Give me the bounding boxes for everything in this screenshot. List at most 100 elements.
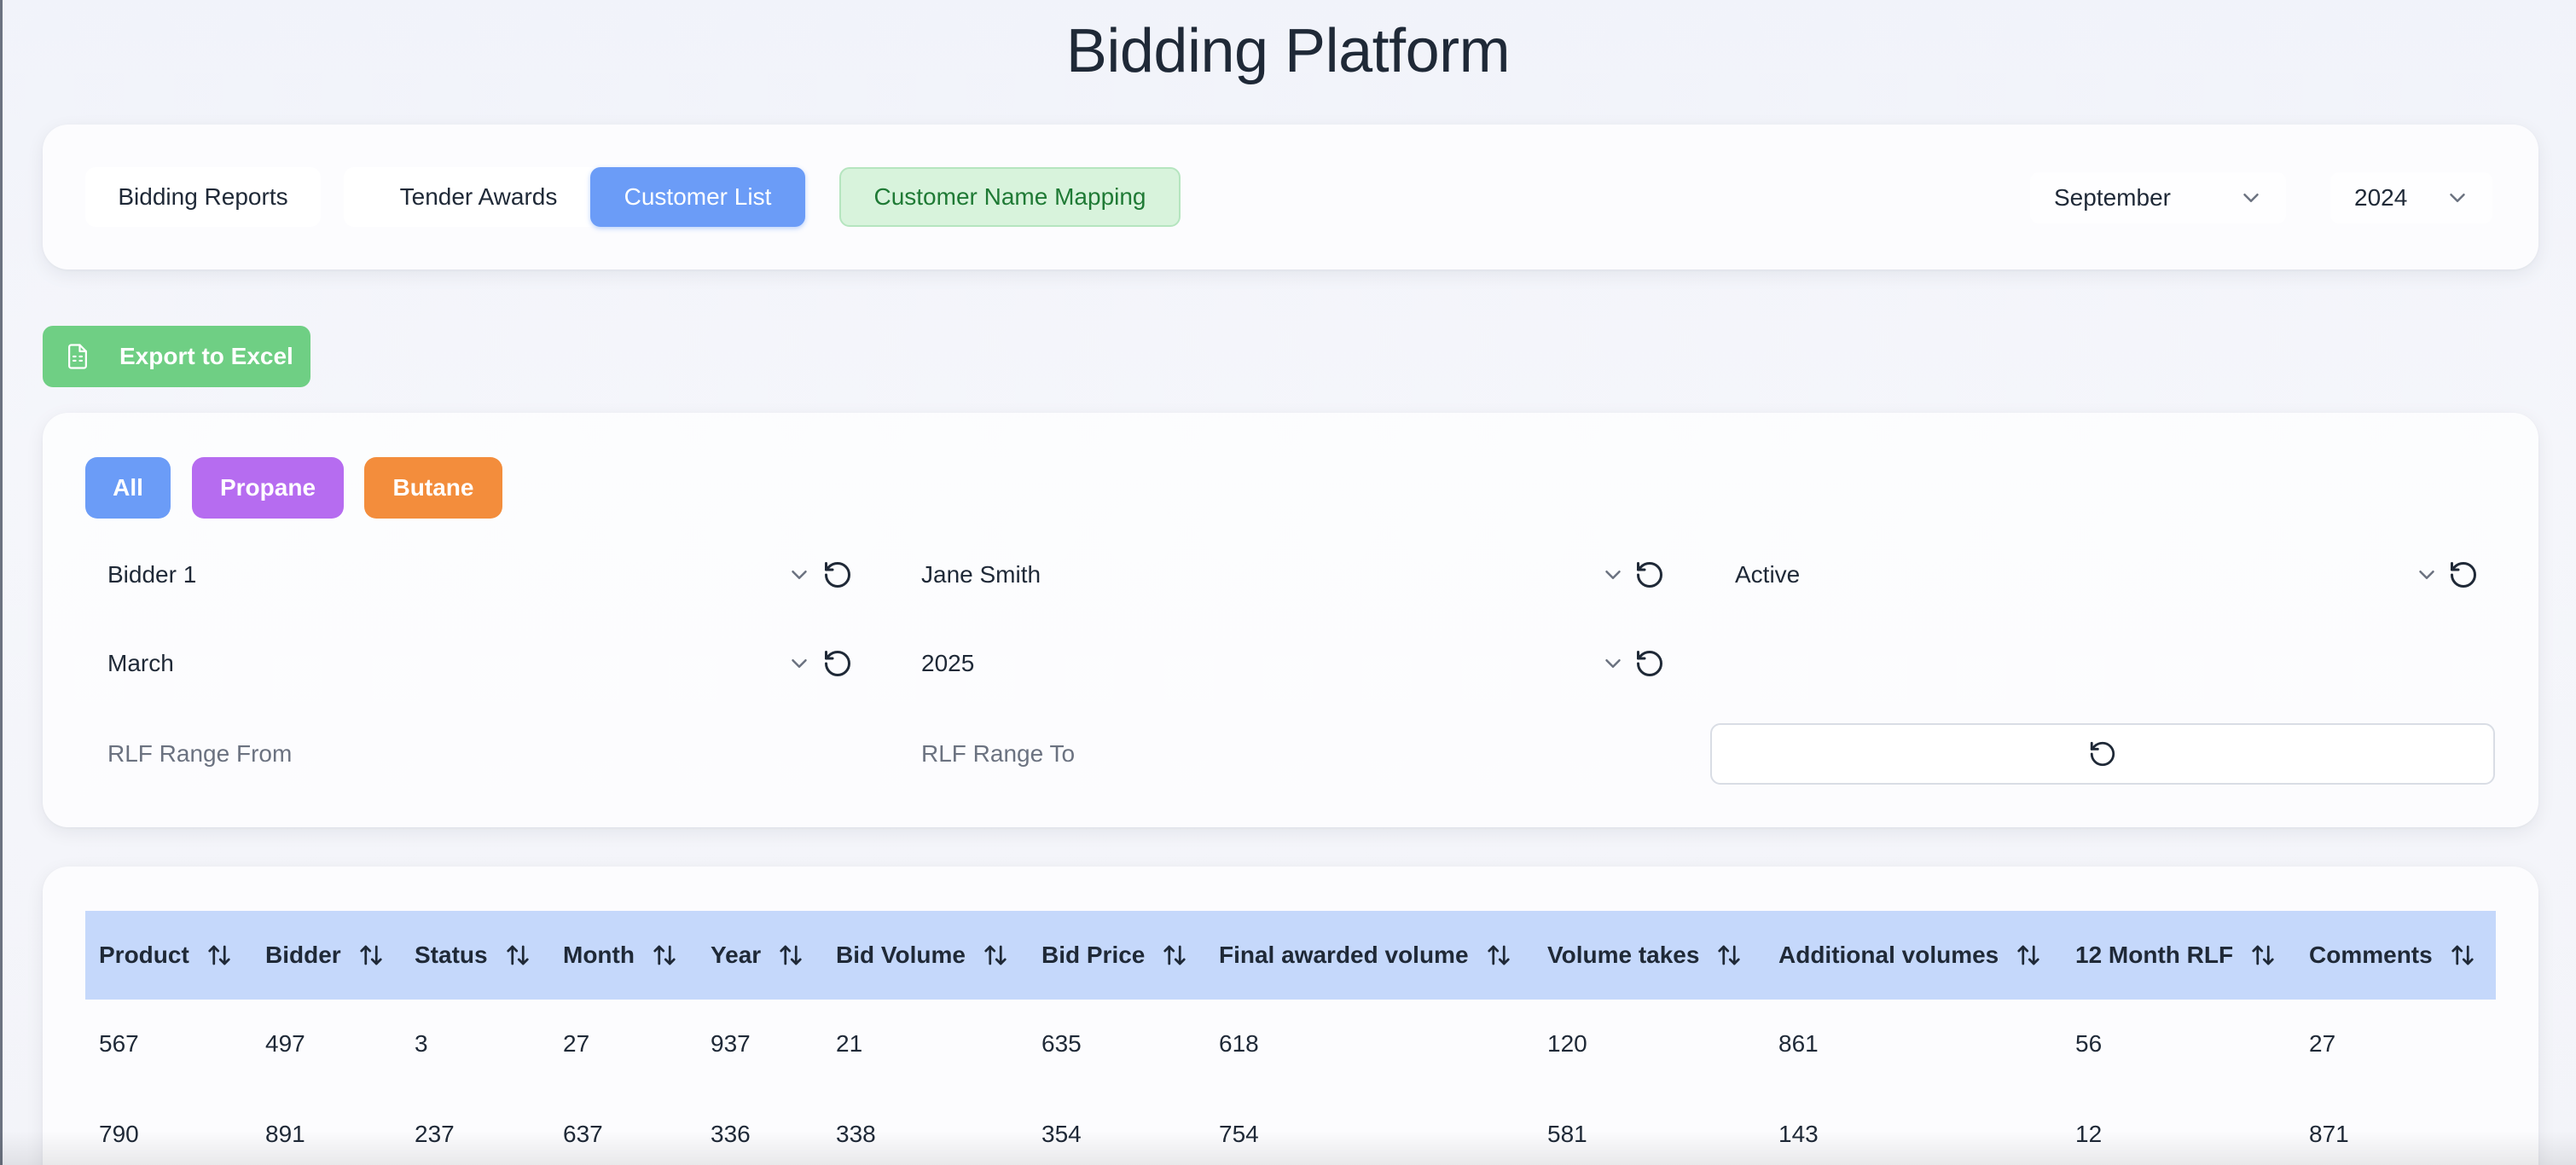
filter-month-value: March — [107, 650, 174, 676]
sort-icon — [2252, 945, 2274, 965]
column-header-label: Volume takes — [1547, 942, 1700, 968]
table-cell: 338 — [836, 1121, 876, 1147]
column-header[interactable]: Additional volumes — [1778, 911, 2041, 1000]
column-header-label: Year — [711, 942, 762, 968]
column-header[interactable]: Volume takes — [1547, 911, 1742, 1000]
column-header-label: Product — [99, 942, 189, 968]
reset-icon — [2090, 741, 2115, 767]
filter-all-pill[interactable]: All — [85, 457, 171, 519]
nav-customer-name-mapping[interactable]: Customer Name Mapping — [839, 167, 1181, 227]
chevron-down-icon — [1605, 659, 1621, 668]
rlf-range-to-input[interactable]: RLF Range To — [899, 723, 1667, 785]
reset-month-icon[interactable] — [822, 648, 853, 679]
nav-tender-awards[interactable]: Tender Awards — [344, 167, 613, 227]
table-cell: 618 — [1219, 1030, 1259, 1057]
column-header[interactable]: Comments — [2309, 911, 2475, 1000]
table-cell: 27 — [2309, 1030, 2336, 1057]
sort-icon — [2017, 945, 2039, 965]
filter-year-value: 2025 — [921, 650, 975, 676]
nav-bidding-reports[interactable]: Bidding Reports — [85, 167, 321, 227]
column-header[interactable]: 12 Month RLF — [2075, 911, 2276, 1000]
column-header[interactable]: Status — [415, 911, 531, 1000]
status-select-value: Active — [1735, 561, 1801, 588]
filter-butane-pill[interactable]: Butane — [364, 457, 502, 519]
sort-icon — [1718, 945, 1741, 965]
column-header-label: Bid Volume — [836, 942, 966, 968]
table-cell: 790 — [99, 1121, 139, 1147]
sort-icon — [360, 945, 382, 965]
bidder-select[interactable]: Bidder 1 — [85, 544, 812, 606]
table-cell: 21 — [836, 1030, 863, 1057]
column-header[interactable]: Bid Price — [1041, 911, 1187, 1000]
reset-status-icon[interactable] — [2448, 559, 2479, 590]
column-header-label: 12 Month RLF — [2075, 942, 2234, 968]
table-cell: 581 — [1547, 1121, 1587, 1147]
filter-card: All Propane Butane Bidder 1 Jane Smith A… — [43, 413, 2538, 827]
sort-icon — [780, 945, 802, 965]
table-cell: 637 — [563, 1121, 603, 1147]
column-header-label: Month — [563, 942, 635, 968]
chevron-down-icon — [2450, 194, 2465, 202]
table-cell: 354 — [1041, 1121, 1082, 1147]
status-select[interactable]: Active — [1713, 544, 2440, 606]
chevron-down-icon — [792, 659, 807, 668]
table-cell: 937 — [711, 1030, 751, 1057]
reset-year-icon[interactable] — [1634, 648, 1665, 679]
table-cell: 120 — [1547, 1030, 1587, 1057]
window-edge — [0, 0, 3, 1165]
table-cell: 754 — [1219, 1121, 1259, 1147]
table-cell: 497 — [265, 1030, 305, 1057]
column-header-label: Final awarded volume — [1219, 942, 1469, 968]
year-select[interactable]: 2024 — [2330, 172, 2492, 223]
column-header[interactable]: Month — [563, 911, 677, 1000]
filter-month-select[interactable]: March — [85, 633, 812, 694]
column-header-label: Bid Price — [1041, 942, 1146, 968]
column-header-label: Bidder — [265, 942, 341, 968]
column-header[interactable]: Final awarded volume — [1219, 911, 1511, 1000]
sort-icon — [1163, 945, 1186, 965]
reset-person-icon[interactable] — [1634, 559, 1665, 590]
chevron-down-icon — [2419, 571, 2434, 579]
person-select[interactable]: Jane Smith — [899, 544, 1626, 606]
column-header-label: Additional volumes — [1778, 942, 1999, 968]
rlf-range-from-input[interactable]: RLF Range From — [85, 723, 853, 785]
table-cell: 635 — [1041, 1030, 1082, 1057]
year-select-value: 2024 — [2354, 184, 2408, 211]
table-cell: 56 — [2075, 1030, 2103, 1057]
filter-year-select[interactable]: 2025 — [899, 633, 1626, 694]
column-header[interactable]: Year — [711, 911, 804, 1000]
column-header-label: Status — [415, 942, 488, 968]
table-cell: 567 — [99, 1030, 139, 1057]
column-header[interactable]: Product — [99, 911, 232, 1000]
column-header[interactable]: Bidder — [265, 911, 384, 1000]
export-label: Export to Excel — [119, 343, 293, 369]
table-cell: 237 — [415, 1121, 455, 1147]
reset-range-button[interactable] — [1710, 723, 2495, 785]
column-header[interactable]: Bid Volume — [836, 911, 1008, 1000]
bidder-select-value: Bidder 1 — [107, 561, 197, 588]
month-select[interactable]: September — [2030, 172, 2286, 223]
person-select-value: Jane Smith — [921, 561, 1041, 588]
table-cell: 12 — [2075, 1121, 2103, 1147]
chevron-down-icon — [1605, 571, 1621, 579]
sort-icon — [2451, 945, 2474, 965]
reset-bidder-icon[interactable] — [822, 559, 853, 590]
sort-icon — [653, 945, 676, 965]
nav-customer-list[interactable]: Customer List — [590, 167, 805, 227]
table-cell: 861 — [1778, 1030, 1819, 1057]
table-cell: 27 — [563, 1030, 590, 1057]
export-excel-button[interactable]: Export to Excel — [43, 326, 310, 387]
table-cell: 871 — [2309, 1121, 2349, 1147]
sort-icon — [984, 945, 1007, 965]
file-spreadsheet-icon — [68, 344, 87, 369]
chevron-down-icon — [792, 571, 807, 579]
filter-propane-pill[interactable]: Propane — [192, 457, 344, 519]
table-cell: 336 — [711, 1121, 751, 1147]
month-select-value: September — [2054, 184, 2171, 211]
nav-card: Bidding Reports Tender Awards Customer L… — [43, 125, 2538, 270]
table-cell: 143 — [1778, 1121, 1819, 1147]
sort-icon — [1487, 945, 1510, 965]
table-cell: 891 — [265, 1121, 305, 1147]
chevron-down-icon — [2243, 194, 2259, 202]
sort-icon — [208, 945, 230, 965]
